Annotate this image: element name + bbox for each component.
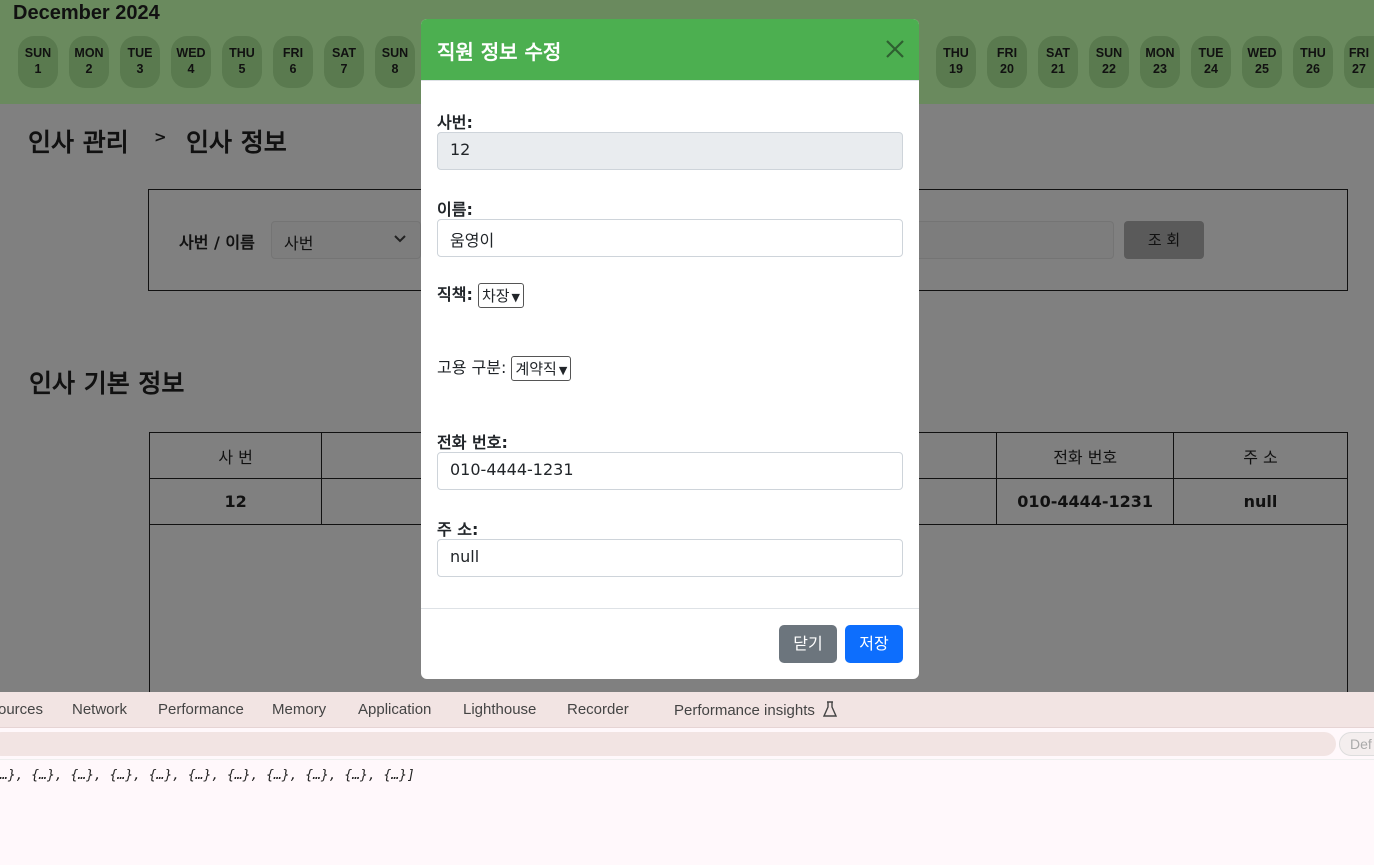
calendar-day[interactable]: SUN 22 — [1089, 36, 1129, 88]
chevron-down-icon: ▼ — [511, 291, 521, 304]
employment-value: 계약직 — [515, 360, 557, 378]
close-button[interactable]: 닫기 — [779, 625, 837, 663]
table-header: 주 소 — [1172, 432, 1349, 479]
devtools-tab-bar: ources Network Performance Memory Applic… — [0, 692, 1374, 728]
table-header: 전화 번호 — [996, 432, 1174, 479]
calendar-day[interactable]: FRI 20 — [987, 36, 1027, 88]
position-label: 직책: — [437, 285, 473, 304]
save-button[interactable]: 저장 — [845, 625, 903, 663]
calendar-day[interactable]: WED 25 — [1242, 36, 1282, 88]
address-label: 주 소: — [437, 520, 479, 539]
calendar-day[interactable]: SUN 1 — [18, 36, 58, 88]
search-type-value: 사번 — [284, 234, 314, 253]
calendar-day[interactable]: MON 2 — [69, 36, 109, 88]
address-field[interactable]: null — [437, 539, 903, 577]
search-type-select[interactable]: 사번 — [271, 221, 421, 259]
edit-employee-modal: 직원 정보 수정 사번: 12 이름: 움영이 직책: 차장 ▼ 고용 구분: 계… — [421, 19, 919, 679]
employment-field: 고용 구분: 계약직 ▼ — [437, 354, 572, 381]
modal-title: 직원 정보 수정 — [437, 40, 562, 64]
table-cell: 010-4444-1231 — [996, 478, 1174, 525]
breadcrumb-root[interactable]: 인사 관리 — [28, 123, 129, 159]
name-label: 이름: — [437, 200, 473, 219]
devtools-tab-application[interactable]: Application — [358, 701, 431, 718]
devtools-tab-sources[interactable]: ources — [0, 701, 43, 718]
table-cell: null — [1172, 478, 1349, 525]
employment-select[interactable]: 계약직 ▼ — [511, 356, 572, 381]
calendar-day[interactable]: FRI 27 — [1344, 36, 1374, 88]
page-title: 인사 정보 — [186, 128, 287, 157]
devtools-tab-network[interactable]: Network — [72, 701, 127, 718]
calendar-day[interactable]: MON 23 — [1140, 36, 1180, 88]
devtools-filter-row: Def — [0, 728, 1374, 760]
chevron-down-icon: ▼ — [558, 364, 568, 377]
devtools-tab-performance-insights[interactable]: Performance insights — [674, 701, 838, 719]
breadcrumb-separator: > — [154, 128, 167, 146]
devtools-panel: ources Network Performance Memory Applic… — [0, 692, 1374, 865]
calendar-day[interactable]: SAT 7 — [324, 36, 364, 88]
log-levels-dropdown[interactable]: Def — [1339, 732, 1374, 756]
calendar-day[interactable]: TUE 3 — [120, 36, 160, 88]
chevron-down-icon — [394, 229, 406, 253]
devtools-tab-performance[interactable]: Performance — [158, 701, 244, 718]
devtools-tab-recorder[interactable]: Recorder — [567, 701, 629, 718]
calendar-day[interactable]: TUE 24 — [1191, 36, 1231, 88]
search-label: 사번 / 이름 — [179, 233, 255, 252]
flask-icon — [819, 701, 838, 719]
modal-footer: 닫기 저장 — [421, 608, 919, 679]
position-field: 직책: 차장 ▼ — [437, 281, 525, 308]
devtools-tab-memory[interactable]: Memory — [272, 701, 326, 718]
modal-header: 직원 정보 수정 — [421, 19, 919, 81]
calendar-month-title: December 2024 — [13, 2, 160, 24]
position-select[interactable]: 차장 ▼ — [477, 283, 525, 308]
search-button[interactable]: 조 회 — [1124, 221, 1204, 259]
calendar-day[interactable]: THU 5 — [222, 36, 262, 88]
close-icon[interactable] — [884, 38, 906, 60]
console-filter-input[interactable] — [0, 732, 1336, 756]
console-output-line: …}, {…}, {…}, {…}, {…}, {…}, {…}, {…}, {… — [0, 768, 415, 783]
tab-label: Performance insights — [674, 702, 815, 719]
calendar-day[interactable]: WED 4 — [171, 36, 211, 88]
position-value: 차장 — [481, 287, 510, 305]
calendar-day[interactable]: FRI 6 — [273, 36, 313, 88]
devtools-tab-lighthouse[interactable]: Lighthouse — [463, 701, 536, 718]
name-field[interactable]: 움영이 — [437, 219, 903, 257]
table-header: 사 번 — [148, 432, 323, 479]
phone-label: 전화 번호: — [437, 433, 508, 452]
employment-label: 고용 구분: — [437, 358, 507, 377]
section-title: 인사 기본 정보 — [29, 369, 185, 398]
calendar-day[interactable]: THU 26 — [1293, 36, 1333, 88]
emp-no-field[interactable]: 12 — [437, 132, 903, 170]
table-cell: 12 — [148, 478, 323, 525]
search-input[interactable] — [919, 221, 1114, 259]
calendar-day[interactable]: SAT 21 — [1038, 36, 1078, 88]
phone-field[interactable]: 010-4444-1231 — [437, 452, 903, 490]
emp-no-label: 사번: — [437, 113, 473, 132]
calendar-day[interactable]: SUN 8 — [375, 36, 415, 88]
calendar-day[interactable]: THU 19 — [936, 36, 976, 88]
